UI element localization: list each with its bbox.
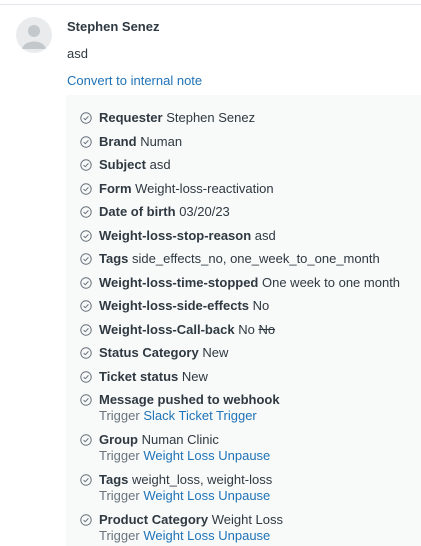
event-key: Subject — [99, 157, 146, 172]
event-key: Weight-loss-stop-reason — [99, 227, 252, 243]
event-value: Numan — [140, 133, 183, 149]
comment-message: asd — [67, 46, 88, 61]
check-circle-icon — [80, 370, 92, 383]
event-line: Form Weight-loss-reactivation — [99, 181, 274, 197]
event-key: Status Category — [99, 345, 199, 360]
event-key: Ticket status — [99, 368, 179, 384]
top-divider — [0, 4, 421, 5]
check-circle-icon — [80, 276, 92, 289]
check-circle-icon — [80, 253, 92, 265]
event-previous-value: No — [258, 321, 276, 337]
check-circle-icon — [80, 135, 92, 148]
event-key: Brand — [99, 133, 137, 149]
event-line: Tags weight_loss, weight-loss — [99, 472, 272, 488]
check-circle-icon — [80, 229, 92, 242]
event-key: Tags — [99, 251, 129, 266]
trigger-link[interactable]: Weight Loss Unpause — [143, 488, 270, 503]
event-line: Date of birth 03/20/23 — [99, 204, 230, 220]
event-value: weight_loss, weight-loss — [132, 472, 273, 487]
check-circle-icon — [80, 323, 92, 336]
event-value: New — [181, 368, 208, 384]
event-value: New — [202, 345, 229, 360]
avatar — [16, 17, 52, 53]
event-value: Stephen Senez — [166, 110, 256, 125]
check-circle-icon — [80, 474, 92, 486]
trigger-link[interactable]: Slack Ticket Trigger — [143, 408, 256, 423]
event-trigger: Trigger Weight Loss Unpause — [99, 448, 270, 464]
check-circle-icon — [80, 112, 92, 124]
event-trigger: Trigger Slack Ticket Trigger — [99, 408, 257, 424]
ticket-events-panel: Requester Stephen Senez Brand Numan Subjec… — [66, 95, 421, 546]
event-key: Tags — [99, 472, 129, 487]
event-value: side_effects_no, one_week_to_one_month — [132, 251, 380, 266]
event-key: Date of birth — [99, 204, 176, 219]
event-line: Weight-loss-stop-reason asd — [99, 228, 276, 244]
event-value: Numan Clinic — [141, 432, 219, 447]
event-line: Tags side_effects_no, one_week_to_one_mo… — [99, 251, 380, 267]
event-key: Message pushed to webhook — [99, 392, 280, 407]
check-circle-icon — [80, 206, 92, 218]
check-circle-icon — [80, 514, 92, 526]
event-key: Weight-loss-side-effects — [99, 298, 250, 313]
event-key: Group — [99, 432, 138, 447]
event-value: Weight Loss — [211, 512, 283, 527]
event-value: Weight-loss-reactivation — [135, 180, 274, 196]
event-key: Product Category — [99, 512, 209, 527]
event-line: Weight-loss-Call-back No No — [99, 322, 275, 338]
trigger-label: Trigger — [99, 448, 140, 463]
default-user-avatar-icon — [22, 25, 46, 49]
event-value: asd — [254, 227, 276, 243]
trigger-label: Trigger — [99, 528, 140, 543]
trigger-link[interactable]: Weight Loss Unpause — [143, 448, 270, 463]
event-line: Group Numan Clinic — [99, 432, 219, 448]
event-key: Requester — [99, 110, 163, 125]
event-value: 03/20/23 — [179, 204, 230, 219]
trigger-link[interactable]: Weight Loss Unpause — [143, 528, 270, 543]
event-line: Requester Stephen Senez — [99, 110, 255, 126]
event-line: Status Category New — [99, 345, 228, 361]
event-key: Form — [99, 180, 132, 196]
event-key: Weight-loss-time-stopped — [99, 274, 259, 290]
trigger-label: Trigger — [99, 488, 140, 503]
event-value: asd — [149, 157, 171, 172]
check-circle-icon — [80, 159, 92, 171]
event-trigger: Trigger Weight Loss Unpause — [99, 528, 270, 544]
check-circle-icon — [80, 347, 92, 359]
event-line: Weight-loss-side-effects No — [99, 298, 269, 314]
event-line: Brand Numan — [99, 134, 182, 150]
check-circle-icon — [80, 300, 92, 312]
check-circle-icon — [80, 182, 92, 195]
check-circle-icon — [80, 394, 92, 406]
event-value: No — [238, 321, 255, 337]
comment-author: Stephen Senez — [67, 19, 160, 34]
event-line: Ticket status New — [99, 369, 208, 385]
check-circle-icon — [80, 434, 92, 446]
event-line: Weight-loss-time-stopped One week to one… — [99, 275, 400, 291]
event-value: One week to one month — [262, 274, 401, 290]
event-line: Product Category Weight Loss — [99, 512, 283, 528]
event-value: No — [252, 298, 270, 313]
event-line: Subject asd — [99, 157, 171, 173]
trigger-label: Trigger — [99, 408, 140, 423]
event-line: Message pushed to webhook — [99, 392, 280, 408]
event-key: Weight-loss-Call-back — [99, 321, 235, 337]
convert-to-internal-note-link[interactable]: Convert to internal note — [67, 73, 202, 88]
event-trigger: Trigger Weight Loss Unpause — [99, 488, 270, 504]
